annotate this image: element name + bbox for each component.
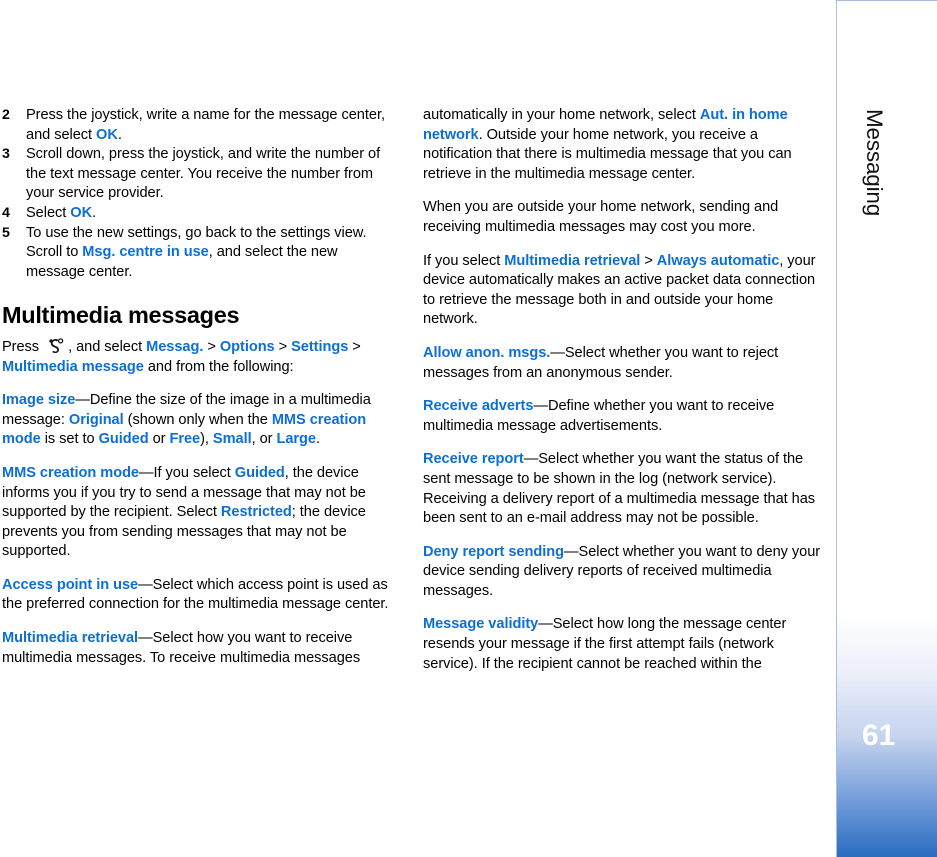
page-number: 61	[862, 719, 896, 752]
body-text: .	[117, 126, 122, 143]
paragraph-mms-creation-mode: MMS creation mode—If you select Guided, …	[2, 464, 400, 562]
ui-term: Guided	[234, 464, 285, 481]
left-column-body: Press , and select Messag. > Options > S…	[2, 338, 400, 668]
ui-term: Small	[212, 431, 252, 448]
ui-term: Receive adverts	[423, 398, 534, 415]
path-separator: >	[348, 338, 361, 355]
body-text: .	[316, 431, 321, 448]
step-number: 2	[2, 107, 10, 123]
step-number: 3	[2, 146, 10, 163]
paragraph-deny-report-sending: Deny report sending—Select whether you w…	[423, 543, 821, 602]
text-columns: 2 Press the joystick, write a name for th…	[0, 106, 822, 806]
list-item: 3 Scroll down, press the joystick, and wr…	[2, 145, 400, 204]
ui-term: Multimedia retrieval	[504, 252, 641, 269]
chapter-sidebar: Messaging 61	[836, 0, 937, 857]
list-item: 5 To use the new settings, go back to the…	[2, 224, 400, 283]
numbered-steps-list: 2 Press the joystick, write a name for th…	[2, 106, 400, 282]
body-text: , and select	[68, 338, 147, 355]
body-text: (shown only when the	[123, 411, 272, 428]
ui-term: Large	[276, 431, 317, 448]
step-number: 4	[2, 204, 10, 221]
paragraph-always-automatic: If you select Multimedia retrieval > Alw…	[423, 252, 821, 330]
body-text: ),	[200, 431, 213, 448]
path-separator: >	[640, 252, 657, 269]
right-column-body: automatically in your home network, sele…	[423, 106, 821, 674]
paragraph-outside-home-network-cost: When you are outside your home network, …	[423, 198, 821, 237]
ui-term: Access point in use	[2, 576, 139, 593]
paragraph-aut-in-home-network: automatically in your home network, sele…	[423, 106, 821, 184]
right-column: automatically in your home network, sele…	[423, 106, 821, 688]
body-text: or	[148, 431, 170, 448]
paragraph-access-point-in-use: Access point in use—Select which access …	[2, 576, 400, 615]
ui-term: Restricted	[220, 504, 292, 521]
paragraph-image-size: Image size—Define the size of the image …	[2, 391, 400, 450]
body-text: Press the joystick, write a name for the…	[26, 107, 385, 143]
body-text: automatically in your home network, sele…	[423, 107, 700, 123]
step-text: Scroll down, press the joystick, and wri…	[26, 146, 380, 201]
path-separator: >	[203, 338, 220, 355]
body-text: —If you select	[139, 464, 235, 481]
ui-term: Always automatic	[656, 252, 780, 269]
ui-term: Multimedia message	[2, 358, 144, 375]
body-text: Press	[2, 338, 44, 355]
step-number: 5	[2, 224, 10, 241]
step-text: To use the new settings, go back to the …	[26, 225, 367, 280]
body-text: If you select	[423, 252, 505, 269]
body-text: . Outside your home network, you receive…	[423, 126, 792, 182]
page-title: Multimedia messages	[2, 302, 240, 329]
ui-term: Message validity	[423, 616, 539, 633]
manual-page: 2 Press the joystick, write a name for th…	[0, 0, 937, 857]
ui-term: MMS creation mode	[2, 464, 139, 481]
ui-term: Options	[219, 338, 275, 355]
paragraph-allow-anon-msgs: Allow anon. msgs.—Select whether you wan…	[423, 344, 821, 383]
body-text: Scroll down, press the joystick, and wri…	[26, 146, 381, 202]
ui-term: Multimedia retrieval	[2, 630, 139, 647]
menu-key-icon	[48, 338, 65, 353]
body-text: When you are outside your home network, …	[423, 199, 779, 235]
body-text: and from the following:	[143, 358, 294, 375]
paragraph-receive-report: Receive report—Select whether you want t…	[423, 450, 821, 528]
path-separator: >	[274, 338, 292, 355]
ui-term: Receive report	[423, 451, 524, 468]
body-text: is set to	[40, 431, 99, 448]
step-text: Press the joystick, write a name for the…	[26, 107, 385, 143]
paragraph-message-validity: Message validity—Select how long the mes…	[423, 615, 821, 674]
paragraph-press-menu: Press , and select Messag. > Options > S…	[2, 338, 400, 377]
list-item: 4 Select OK.	[2, 204, 400, 224]
paragraph-multimedia-retrieval: Multimedia retrieval—Select how you want…	[2, 629, 400, 668]
chapter-title: Messaging	[862, 109, 887, 217]
body-text: .	[92, 204, 97, 221]
ui-term: Msg. centre in use	[82, 244, 209, 261]
ui-term: Allow anon. msgs.	[423, 344, 551, 361]
body-text: , or	[251, 431, 277, 448]
ui-term: Original	[68, 411, 124, 428]
step-text: Select OK.	[26, 205, 96, 221]
ui-term: Settings	[291, 338, 349, 355]
ui-term: Guided	[98, 431, 149, 448]
ui-term: Free	[169, 431, 201, 448]
ui-term: Messag.	[146, 338, 204, 355]
ui-term: Image size	[2, 392, 76, 409]
ui-term: Deny report sending	[423, 543, 564, 560]
list-item: 2 Press the joystick, write a name for th…	[2, 106, 400, 145]
ui-term: OK	[70, 204, 93, 221]
ui-term: OK	[96, 126, 118, 143]
paragraph-receive-adverts: Receive adverts—Define whether you want …	[423, 397, 821, 436]
left-column: 2 Press the joystick, write a name for th…	[2, 106, 400, 682]
body-text: Select	[26, 204, 71, 221]
